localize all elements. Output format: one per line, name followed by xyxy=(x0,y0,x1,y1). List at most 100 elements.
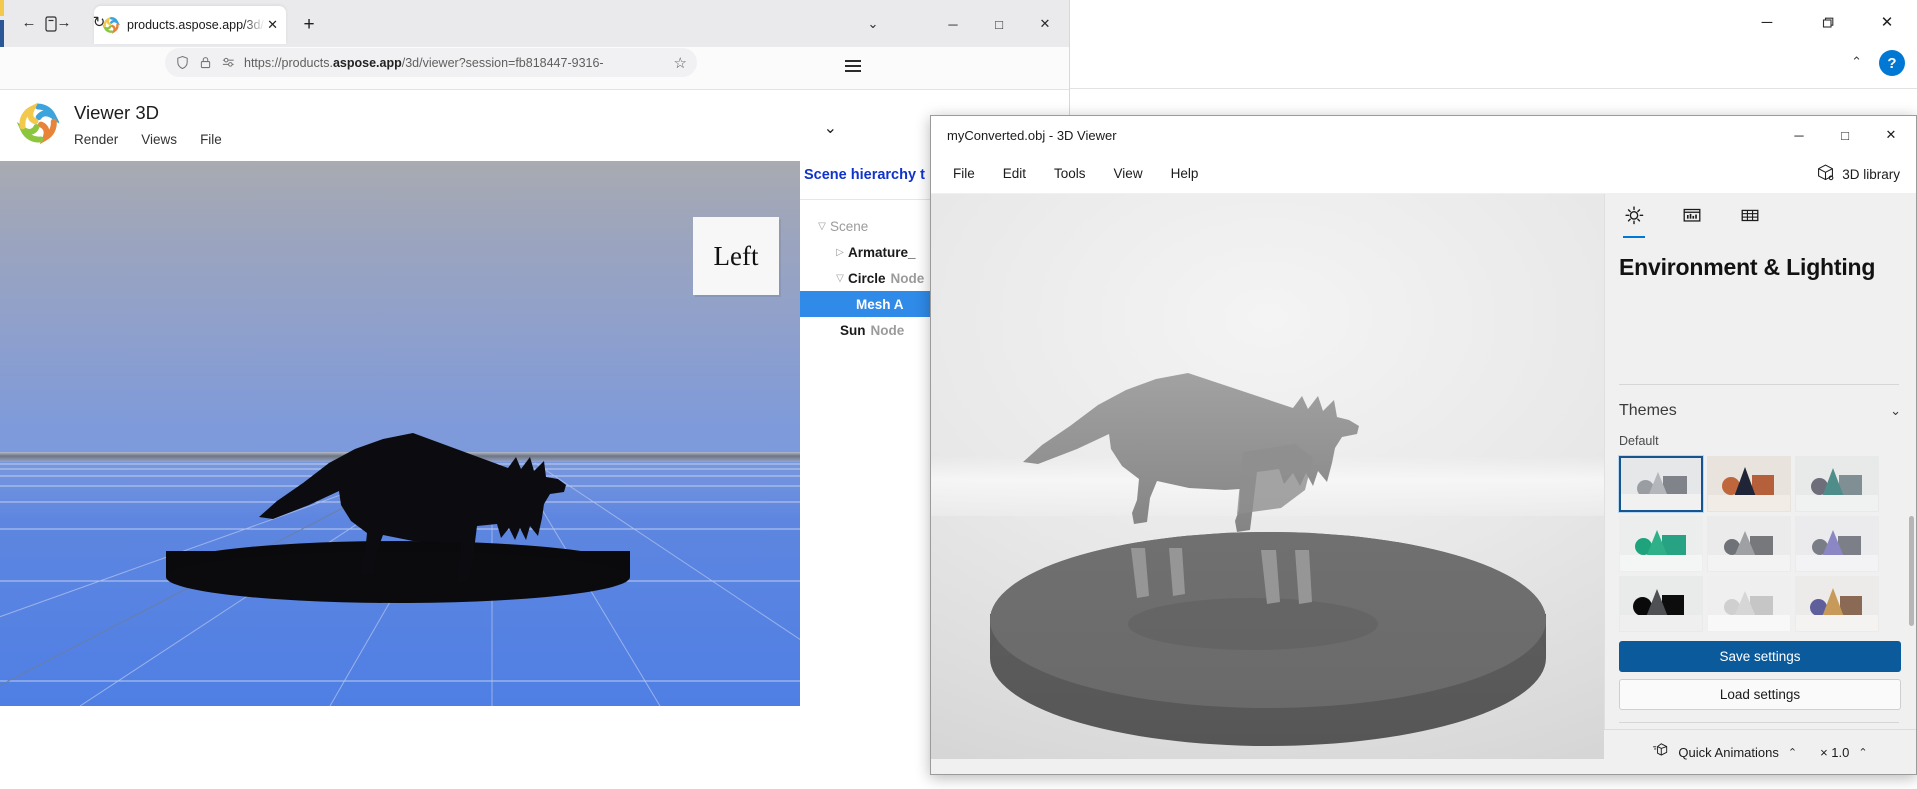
themes-label: Themes xyxy=(1619,402,1677,419)
close-icon[interactable]: ✕ xyxy=(267,17,278,33)
theme-swatch-high-contrast[interactable] xyxy=(1619,576,1703,632)
browser-settings-menu-button[interactable] xyxy=(845,60,861,72)
chevron-down-icon[interactable]: ▽ xyxy=(814,221,830,232)
tab-grid[interactable] xyxy=(1735,204,1765,238)
quick-animations-label[interactable]: Quick Animations xyxy=(1678,745,1778,760)
load-settings-button[interactable]: Load settings xyxy=(1619,679,1901,710)
browser-minimize-button[interactable]: ─ xyxy=(930,5,976,43)
viewer-menu-tools[interactable]: Tools xyxy=(1040,166,1100,181)
active-tab-underline xyxy=(1623,235,1645,238)
theme-swatch-warm-dark[interactable] xyxy=(1707,456,1791,512)
3d-viewer-close-button[interactable]: ✕ xyxy=(1868,116,1914,154)
tree-node-label: Scene xyxy=(830,218,869,234)
favorite-star-icon[interactable]: ☆ xyxy=(674,54,687,72)
viewer-menu-file[interactable]: File xyxy=(939,166,989,181)
theme-swatch-light-washed[interactable] xyxy=(1707,576,1791,632)
3d-viewer-body: Environment & Lighting Themes ⌄ Default xyxy=(931,194,1916,774)
chevron-right-icon[interactable]: ▷ xyxy=(832,247,848,258)
background-minimize-button[interactable]: ─ xyxy=(1737,0,1797,44)
aspose-logo-icon xyxy=(16,102,61,145)
theme-swatch-teal-soft[interactable] xyxy=(1795,456,1879,512)
chevron-down-icon[interactable]: ▽ xyxy=(832,273,848,284)
view-orientation-cube[interactable]: Left xyxy=(693,217,779,295)
browser-close-button[interactable]: ✕ xyxy=(1022,5,1068,43)
theme-swatch-sunset[interactable] xyxy=(1795,576,1879,632)
statusbar-divider xyxy=(1619,722,1899,723)
3d-viewer-minimize-button[interactable]: ─ xyxy=(1776,116,1822,154)
help-button[interactable]: ? xyxy=(1879,50,1905,76)
background-close-button[interactable]: ✕ xyxy=(1857,0,1917,44)
3d-viewer-titlebar: myConverted.obj - 3D Viewer xyxy=(931,116,1916,154)
browser-tab[interactable]: products.aspose.app/3d/viewer ✕ xyxy=(94,6,286,44)
tree-node-type: Node xyxy=(890,270,925,286)
theme-swatch-neutral-gray[interactable] xyxy=(1707,516,1791,572)
theme-swatch-violet[interactable] xyxy=(1795,516,1879,572)
permissions-icon[interactable] xyxy=(221,55,236,70)
chevron-down-icon[interactable]: ⌄ xyxy=(1890,403,1901,419)
page-menubar: Render Views File xyxy=(74,132,222,147)
tree-node-label: Sun xyxy=(840,322,866,338)
3d-viewer-maximize-button[interactable]: □ xyxy=(1822,116,1868,154)
browser-maximize-button[interactable]: □ xyxy=(976,5,1022,43)
panel-tabs xyxy=(1619,204,1765,238)
3d-viewer-title: myConverted.obj - 3D Viewer xyxy=(947,127,1117,143)
quick-animations-chevron-icon[interactable]: ⌃ xyxy=(1788,746,1797,759)
animation-speed-value[interactable]: × 1.0 xyxy=(1820,745,1849,760)
panel-heading-divider xyxy=(1619,384,1899,385)
background-expand-chevron[interactable]: ⌃ xyxy=(1851,54,1862,70)
page-collapse-chevron[interactable]: ⌄ xyxy=(824,118,837,138)
viewer-menu-help[interactable]: Help xyxy=(1157,166,1213,181)
shield-icon xyxy=(175,55,190,70)
tab-actions-button[interactable]: ⌄ xyxy=(850,5,896,43)
theme-swatch-default-gray[interactable] xyxy=(1618,455,1704,513)
tab-effects[interactable] xyxy=(1677,204,1707,238)
browser-window: products.aspose.app/3d/viewer ✕ + ⌄ ─ □ … xyxy=(0,0,1070,752)
3d-render-canvas[interactable] xyxy=(931,194,1604,759)
viewer-menu-view[interactable]: View xyxy=(1100,166,1157,181)
page-header: Viewer 3D Render Views File ⌄ xyxy=(0,91,1069,161)
theme-swatch-emerald[interactable] xyxy=(1619,516,1703,572)
3d-library-button[interactable]: 3D library xyxy=(1816,163,1900,185)
themes-group-label: Default xyxy=(1619,434,1659,448)
new-tab-button[interactable]: + xyxy=(296,12,322,38)
animation-cube-icon xyxy=(1652,741,1669,763)
viewer-menu-edit[interactable]: Edit xyxy=(989,166,1040,181)
animation-speed-chevron-icon[interactable]: ⌃ xyxy=(1858,746,1867,759)
address-bar[interactable]: https://products.aspose.app/3d/viewer?se… xyxy=(165,48,697,77)
environment-lighting-panel: Environment & Lighting Themes ⌄ Default xyxy=(1604,194,1916,774)
viewer-status-bar: Quick Animations ⌃ × 1.0 ⌃ xyxy=(1604,729,1916,774)
save-settings-button[interactable]: Save settings xyxy=(1619,641,1901,672)
3d-library-label: 3D library xyxy=(1842,166,1900,182)
tab-environment-lighting[interactable] xyxy=(1619,204,1649,238)
web-3d-viewport[interactable]: Left xyxy=(0,161,800,706)
lighting-sun-icon xyxy=(1625,206,1644,225)
tree-node-label: Armature_ xyxy=(848,244,916,260)
lock-icon xyxy=(198,55,213,70)
back-button[interactable]: ← xyxy=(16,9,42,35)
panel-scrollbar[interactable] xyxy=(1909,456,1914,706)
browser-tab-title: products.aspose.app/3d/viewer xyxy=(127,18,265,32)
panel-heading: Environment & Lighting xyxy=(1619,254,1876,280)
grid-icon xyxy=(1741,209,1759,222)
screenshot-root: ─ ✕ ⌃ ? products.aspose.app/3d/ ✕ + ⌄ ─ … xyxy=(0,0,1917,789)
menu-item-file[interactable]: File xyxy=(200,132,222,147)
page-title: Viewer 3D xyxy=(74,102,160,123)
effects-image-icon xyxy=(1683,208,1701,222)
3d-viewer-window: myConverted.obj - 3D Viewer ─ □ ✕ File E… xyxy=(930,115,1917,775)
menu-item-views[interactable]: Views xyxy=(141,132,177,147)
view-cube-label: Left xyxy=(713,240,759,271)
reload-button[interactable]: ↻ xyxy=(86,9,112,35)
themes-section-header[interactable]: Themes ⌄ xyxy=(1619,402,1901,420)
viewer3d-webpage: Viewer 3D Render Views File ⌄ Left Scene… xyxy=(0,91,1069,752)
cube-icon xyxy=(1816,163,1835,185)
forward-button[interactable]: → xyxy=(51,9,77,35)
restore-icon xyxy=(1822,17,1833,28)
menu-item-render[interactable]: Render xyxy=(74,132,118,147)
tree-node-label: Circle xyxy=(848,270,886,286)
themes-grid xyxy=(1618,455,1879,632)
web-viewport-model xyxy=(166,433,630,603)
tree-node-label: Mesh A xyxy=(856,296,904,312)
background-restore-button[interactable] xyxy=(1797,0,1857,44)
address-bar-url: https://products.aspose.app/3d/viewer?se… xyxy=(244,55,604,70)
browser-edge-accent xyxy=(0,0,4,47)
